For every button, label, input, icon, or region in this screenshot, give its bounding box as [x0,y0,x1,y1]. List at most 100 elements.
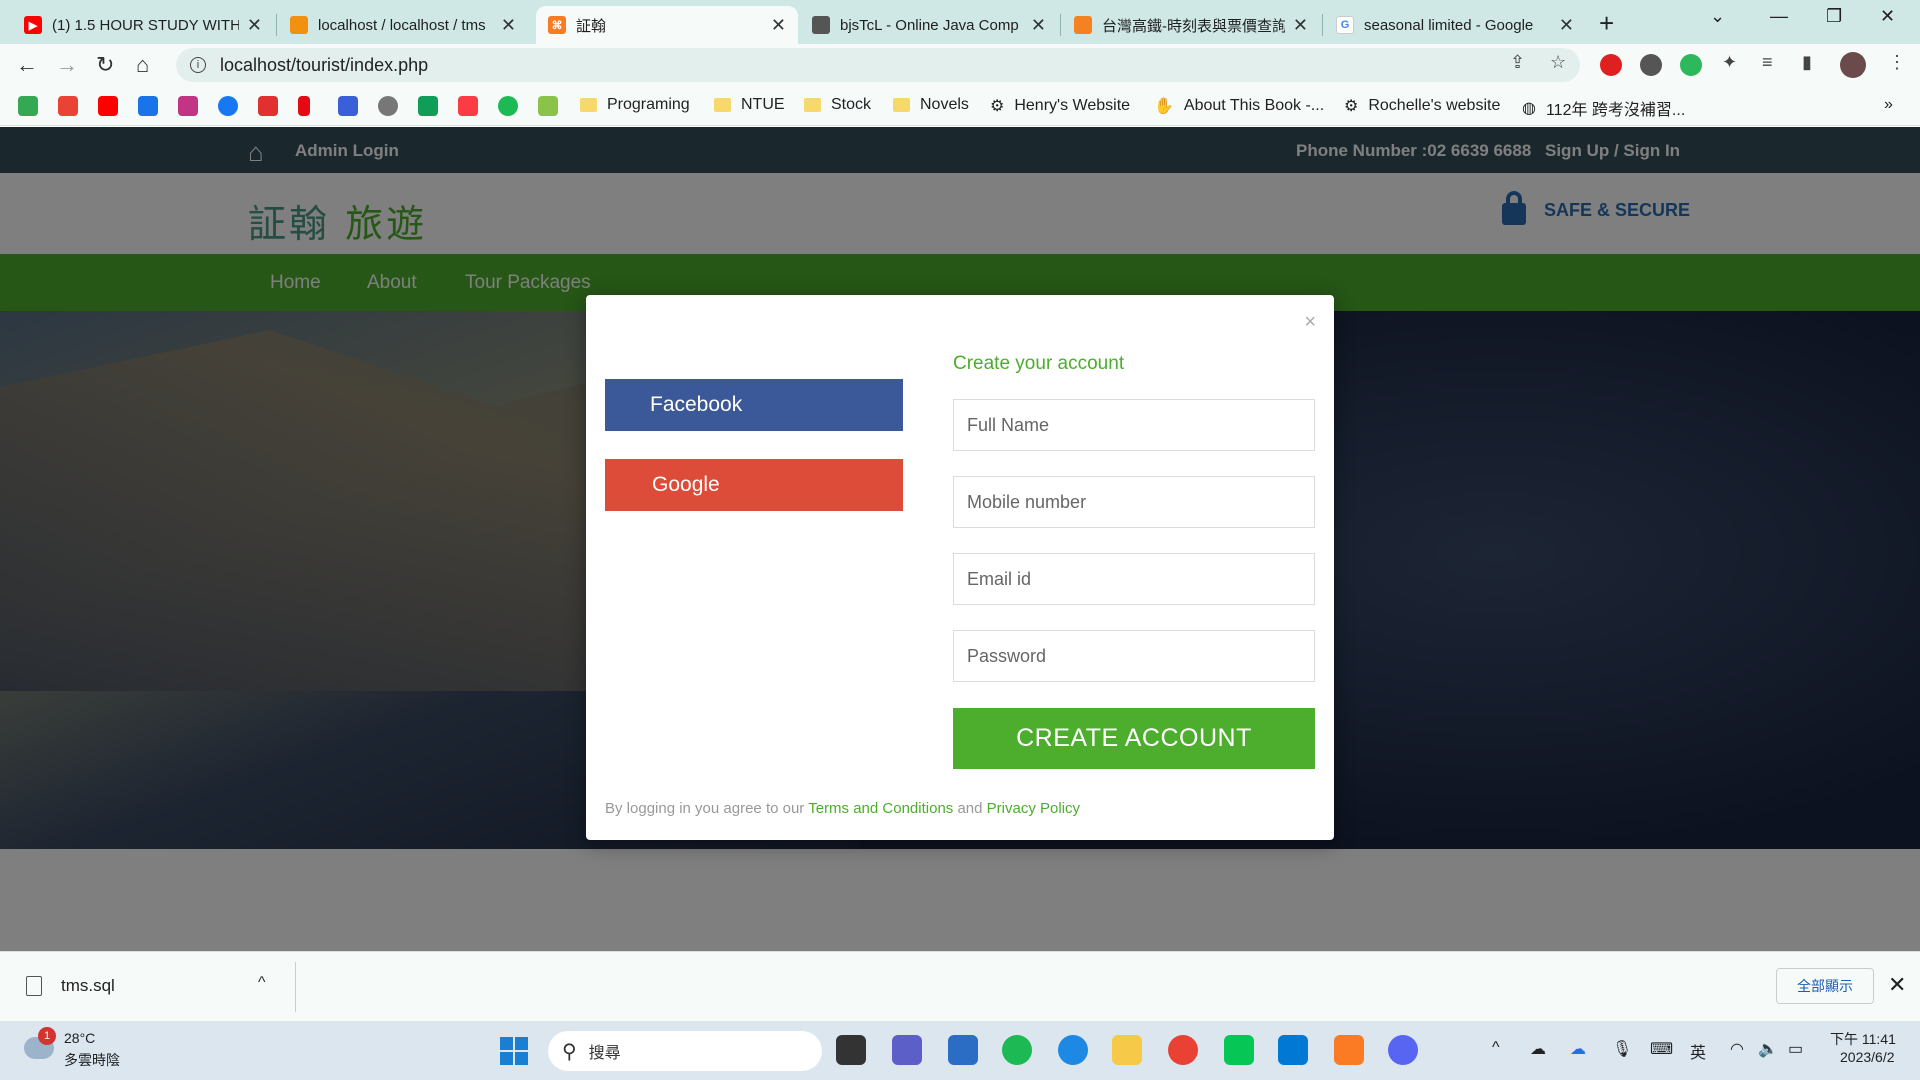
photos-icon[interactable] [18,96,38,116]
calendar-icon[interactable] [258,96,278,116]
create-account-button[interactable]: CREATE ACCOUNT [953,708,1315,769]
bookmark-folder-stock[interactable]: Stock [804,96,871,114]
password-input[interactable] [953,630,1315,682]
profile-avatar[interactable] [1840,52,1866,78]
close-tab-icon[interactable]: ✕ [1559,15,1574,36]
apple-music-icon[interactable] [458,96,478,116]
task-view-icon[interactable] [836,1035,866,1065]
bookmark-folder-ntue[interactable]: NTUE [714,96,785,114]
google-button[interactable]: Google [605,459,903,511]
facebook-button[interactable]: Facebook [605,379,903,431]
download-item[interactable]: tms.sql [61,976,115,996]
onedrive-blue-icon[interactable]: ☁ [1570,1039,1586,1059]
bookmark-app-icon[interactable] [138,96,158,116]
site-info-icon[interactable]: i [190,57,206,73]
sheets-icon[interactable] [418,96,438,116]
bookmark-folder-novels[interactable]: Novels [893,96,969,114]
tab-separator [1060,14,1061,36]
tab-phpmyadmin[interactable]: localhost / localhost / tms ✕ [278,6,528,44]
tab-separator [1322,14,1323,36]
more-bookmarks-icon[interactable]: » [1884,96,1893,114]
xampp-icon[interactable] [1334,1035,1364,1065]
close-tab-icon[interactable]: ✕ [247,15,262,36]
windows-start-icon[interactable] [500,1037,528,1065]
classroom-icon[interactable] [538,96,558,116]
keyboard-icon[interactable]: ⌨ [1650,1039,1673,1059]
show-all-button[interactable]: 全部顯示 [1776,968,1874,1004]
microphone-icon[interactable]: 🎙 [1612,1039,1632,1059]
netflix-icon[interactable] [298,96,310,116]
back-icon[interactable]: ← [16,52,38,78]
privacy-link[interactable]: Privacy Policy [987,800,1080,817]
facebook-icon[interactable] [218,96,238,116]
extension-icon[interactable] [1640,54,1662,76]
store-icon[interactable] [948,1035,978,1065]
mobile-input[interactable] [953,476,1315,528]
bookmark-folder-programing[interactable]: Programing [580,96,690,114]
spotify-icon[interactable] [1002,1035,1032,1065]
clock-time[interactable]: 下午 11:41 [1830,1029,1896,1049]
wifi-icon[interactable]: ◠ [1730,1039,1744,1059]
close-window-icon[interactable]: ✕ [1880,6,1895,27]
close-icon[interactable]: ✕ [1888,972,1906,998]
clock-date[interactable]: 2023/6/2 [1840,1049,1895,1065]
taskbar-search[interactable]: ⚲ 搜尋 [548,1031,822,1071]
close-tab-icon[interactable]: ✕ [1031,15,1046,36]
chevron-up-icon[interactable]: ^ [258,974,266,992]
youtube-icon[interactable] [98,96,118,116]
full-name-input[interactable] [953,399,1315,451]
close-icon[interactable]: × [1304,311,1316,334]
home-icon[interactable]: ⌂ [136,52,149,78]
gmail-icon[interactable] [58,96,78,116]
bookmark-star-icon[interactable]: ☆ [1550,52,1566,73]
spotify-icon[interactable] [498,96,518,116]
minimize-icon[interactable]: — [1770,6,1788,27]
menu-icon[interactable]: ⋮ [1888,52,1906,73]
tab-youtube[interactable]: ▶ (1) 1.5 HOUR STUDY WITH ✕ [12,6,274,44]
instagram-icon[interactable] [178,96,198,116]
disney-icon[interactable] [338,96,358,116]
temperature[interactable]: 28°C [64,1030,95,1046]
ime-indicator[interactable]: 英 [1690,1039,1706,1063]
teams-icon[interactable] [892,1035,922,1065]
reload-icon[interactable]: ↻ [96,52,114,78]
discord-icon[interactable] [1388,1035,1418,1065]
side-panel-icon[interactable]: ▮ [1802,52,1812,73]
extension-green-icon[interactable] [1680,54,1702,76]
apple-icon[interactable] [378,96,398,116]
tab-thsr[interactable]: 台灣高鐵-時刻表與票價查詢 ✕ [1062,6,1320,44]
tray-chevron-icon[interactable]: ^ [1492,1039,1500,1057]
bookmark-henrys-website[interactable]: ⚙ Henry's Website [990,96,1130,116]
close-tab-icon[interactable]: ✕ [1293,15,1308,36]
onedrive-icon[interactable]: ☁ [1530,1039,1546,1059]
battery-icon[interactable]: ▭ [1788,1039,1803,1059]
forward-icon[interactable]: → [56,52,78,78]
tab-google[interactable]: G seasonal limited - Google ✕ [1324,6,1586,44]
edge-icon[interactable] [1058,1035,1088,1065]
extensions-puzzle-icon[interactable]: ✦ [1722,52,1737,73]
bookmark-about-this-book[interactable]: ✋ About This Book -... [1154,96,1324,116]
media-icon[interactable]: ≡ [1762,52,1773,73]
weather-condition[interactable]: 多雲時陰 [64,1050,120,1070]
vscode-icon[interactable] [1278,1035,1308,1065]
tab-title: 証翰 [576,17,607,35]
bookmark-rochelles-website[interactable]: ⚙ Rochelle's website [1344,96,1500,116]
notification-badge: 1 [38,1027,56,1045]
file-explorer-icon[interactable] [1112,1035,1142,1065]
close-tab-icon[interactable]: ✕ [771,15,786,36]
adblock-icon[interactable] [1600,54,1622,76]
new-tab-icon[interactable]: + [1599,8,1614,39]
volume-icon[interactable]: 🔈 [1758,1039,1778,1059]
tab-active[interactable]: ⌘ 証翰 ✕ [536,6,798,44]
tab-jdoodle[interactable]: bjsTcL - Online Java Comp ✕ [800,6,1058,44]
bookmark-112[interactable]: ◍ 112年 跨考沒補習... [1522,96,1685,120]
address-bar[interactable]: i localhost/tourist/index.php [176,48,1580,82]
close-tab-icon[interactable]: ✕ [501,15,516,36]
tab-search-icon[interactable]: ⌄ [1710,6,1725,27]
terms-link[interactable]: Terms and Conditions [808,800,953,817]
chrome-icon[interactable] [1168,1035,1198,1065]
line-icon[interactable] [1224,1035,1254,1065]
email-input[interactable] [953,553,1315,605]
restore-icon[interactable]: ❐ [1826,6,1842,27]
share-icon[interactable]: ⇪ [1510,52,1525,73]
